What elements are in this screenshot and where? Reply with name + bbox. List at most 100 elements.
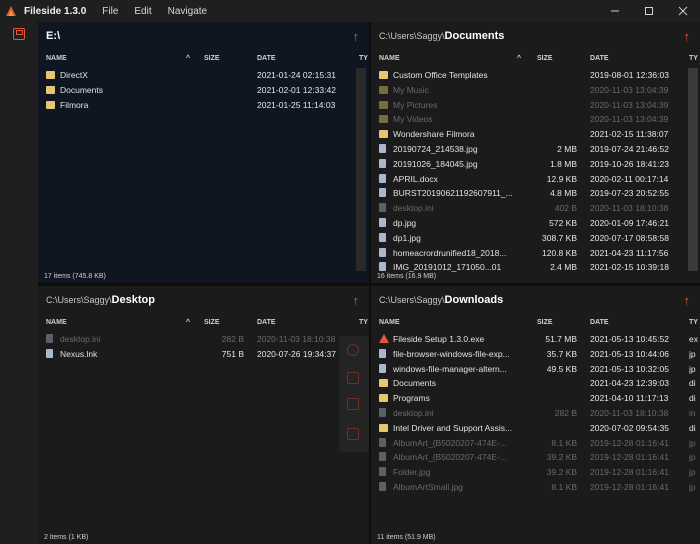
col-type[interactable]: TY [359,319,368,326]
file-size: 308.7 KB [542,232,577,243]
file-size: 572 KB [549,217,577,228]
sort-asc-icon[interactable]: ^ [186,319,190,326]
file-type: jp [689,452,696,463]
file-row[interactable]: Folder.jpg 39.2 KB 2019-12-28 01:16:41 jp [371,465,700,480]
file-row[interactable]: BURST20190621192607911_... 4.8 MB 2019-07-… [371,186,700,201]
col-date[interactable]: DATE [590,319,609,326]
col-size[interactable]: SIZE [537,55,553,62]
pane-header: C:\Users\Saggy\ Documents ↑ [371,22,700,50]
add-icon[interactable] [347,398,359,410]
file-row[interactable]: Filmora 2021-01-25 11:14:03 [38,98,369,113]
file-row[interactable]: 20191026_184045.jpg 1.8 MB 2019-10-26 18:4… [371,157,700,172]
col-date[interactable]: DATE [257,319,276,326]
menu-file[interactable]: File [102,6,118,17]
file-row[interactable]: Programs 2021-04-10 11:17:13 di [371,391,700,406]
menu-navigate[interactable]: Navigate [168,6,207,17]
close-button[interactable] [666,0,700,22]
pane-divider-horizontal[interactable] [38,283,700,286]
path-current[interactable]: Desktop [112,294,155,306]
file-row[interactable]: DirectX 2021-01-24 02:15:31 [38,68,369,83]
up-arrow-icon[interactable]: ↑ [353,29,360,44]
menu-edit[interactable]: Edit [134,6,151,17]
file-row[interactable]: AlbumArt_{B5020207-474E-... 8.1 KB 2019-12… [371,436,700,451]
pane-top-right[interactable]: C:\Users\Saggy\ Documents ↑ NAME ^ SIZE … [371,22,700,283]
up-arrow-icon[interactable]: ↑ [353,293,360,308]
minimize-button[interactable] [598,0,632,22]
status-bar: 11 items (51.9 MB) [377,534,436,541]
up-arrow-icon[interactable]: ↑ [684,293,691,308]
file-name: APRIL.docx [393,173,438,184]
col-date[interactable]: DATE [590,55,609,62]
col-size[interactable]: SIZE [537,319,553,326]
sort-asc-icon[interactable]: ^ [186,55,190,62]
file-type: jp [689,467,696,478]
file-row[interactable]: desktop.ini 402 B 2020-11-03 18:10:38 [371,201,700,216]
file-row[interactable]: My Videos 2020-11-03 13:04:39 [371,112,700,127]
col-name[interactable]: NAME [46,55,67,62]
folder-icon [379,423,388,432]
file-date: 2020-11-03 18:10:38 [590,407,669,418]
file-row[interactable]: My Music 2020-11-03 13:04:39 [371,83,700,98]
col-type[interactable]: TY [689,319,698,326]
file-name: 20190724_214538.jpg [393,143,478,154]
file-row[interactable]: AlbumArt_{B5020207-474E-... 39.2 KB 2019-1… [371,450,700,465]
column-header: NAME ^ SIZE DATE TY [38,314,369,332]
file-row[interactable]: AlbumArtSmall.jpg 8.1 KB 2019-12-28 01:16:… [371,480,700,495]
file-row[interactable]: Fileside Setup 1.3.0.exe 51.7 MB 2021-05-1… [371,332,700,347]
file-row[interactable]: homeacrordrunified18_2018... 120.8 KB 2021… [371,246,700,261]
col-name[interactable]: NAME [379,55,400,62]
file-row[interactable]: windows-file-manager-altern... 49.5 KB 202… [371,362,700,377]
save-layout-icon[interactable] [13,28,25,40]
folder-icon [46,85,55,94]
file-icon [379,348,386,358]
file-row[interactable]: desktop.ini 282 B 2020-11-03 18:10:38 in [371,406,700,421]
col-type[interactable]: TY [689,55,698,62]
close-icon [678,6,688,16]
file-name: My Music [393,84,429,95]
file-name: BURST20190621192607911_... [393,188,513,199]
pane-header: E:\ ↑ [38,22,369,50]
status-bar: 16 items (16.9 MB) [377,273,437,280]
file-row[interactable]: Documents 2021-04-23 12:39:03 di [371,376,700,391]
col-type[interactable]: TY [359,55,368,62]
path-prefix: C:\Users\Saggy\ [379,31,445,41]
file-row[interactable]: APRIL.docx 12.9 KB 2020-02-11 00:17:14 [371,172,700,187]
col-size[interactable]: SIZE [204,55,220,62]
sort-asc-icon[interactable]: ^ [517,55,521,62]
file-row[interactable]: Intel Driver and Support Assis... 2020-07… [371,421,700,436]
file-row[interactable]: Custom Office Templates 2019-08-01 12:36:… [371,68,700,83]
up-arrow-icon[interactable]: ↑ [684,29,691,44]
file-name: Programs [393,393,430,404]
floating-toolbar [339,336,369,452]
file-name: Folder.jpg [393,467,431,478]
path-current[interactable]: Downloads [445,294,504,306]
scrollbar[interactable] [356,68,366,271]
file-type: ex [689,334,698,344]
col-name[interactable]: NAME [379,319,400,326]
file-row[interactable]: Documents 2021-02-01 12:33:42 [38,83,369,98]
file-date: 2019-07-24 21:46:52 [590,143,669,154]
file-row[interactable]: 20190724_214538.jpg 2 MB 2019-07-24 21:46:… [371,142,700,157]
col-date[interactable]: DATE [257,55,276,62]
file-row[interactable]: desktop.ini282 B2020-11-03 18:10:38In [38,332,369,347]
file-row[interactable]: file-browser-windows-file-exp... 35.7 KB 2… [371,347,700,362]
file-date: 2021-04-10 11:17:13 [590,393,669,404]
file-row[interactable]: dp.jpg 572 KB 2020-01-09 17:46:21 [371,216,700,231]
help-icon[interactable] [347,344,359,356]
pane-top-left[interactable]: E:\ ↑ NAME ^ SIZE DATE TY DirectX 2021-01… [38,22,369,283]
file-row[interactable]: Wondershare Filmora 2021-02-15 11:38:07 [371,127,700,142]
pane-bottom-right[interactable]: C:\Users\Saggy\ Downloads ↑ NAME SIZE DA… [371,286,700,544]
path-current[interactable]: E:\ [46,30,60,42]
new-folder-icon[interactable] [347,372,359,384]
maximize-button[interactable] [632,0,666,22]
file-row[interactable]: dp1.jpg 308.7 KB 2020-07-17 08:58:58 [371,231,700,246]
path-current[interactable]: Documents [445,30,505,42]
file-row[interactable]: Nexus.lnk751 B2020-07-26 19:34:37In [38,347,369,362]
split-pane-icon[interactable] [347,428,359,440]
col-size[interactable]: SIZE [204,319,220,326]
path-prefix: C:\Users\Saggy\ [46,295,112,305]
pane-bottom-left[interactable]: C:\Users\Saggy\ Desktop ↑ NAME ^ SIZE DA… [38,286,369,544]
file-row[interactable]: My Pictures 2020-11-03 13:04:39 [371,98,700,113]
col-name[interactable]: NAME [46,319,67,326]
scrollbar[interactable] [688,68,698,271]
